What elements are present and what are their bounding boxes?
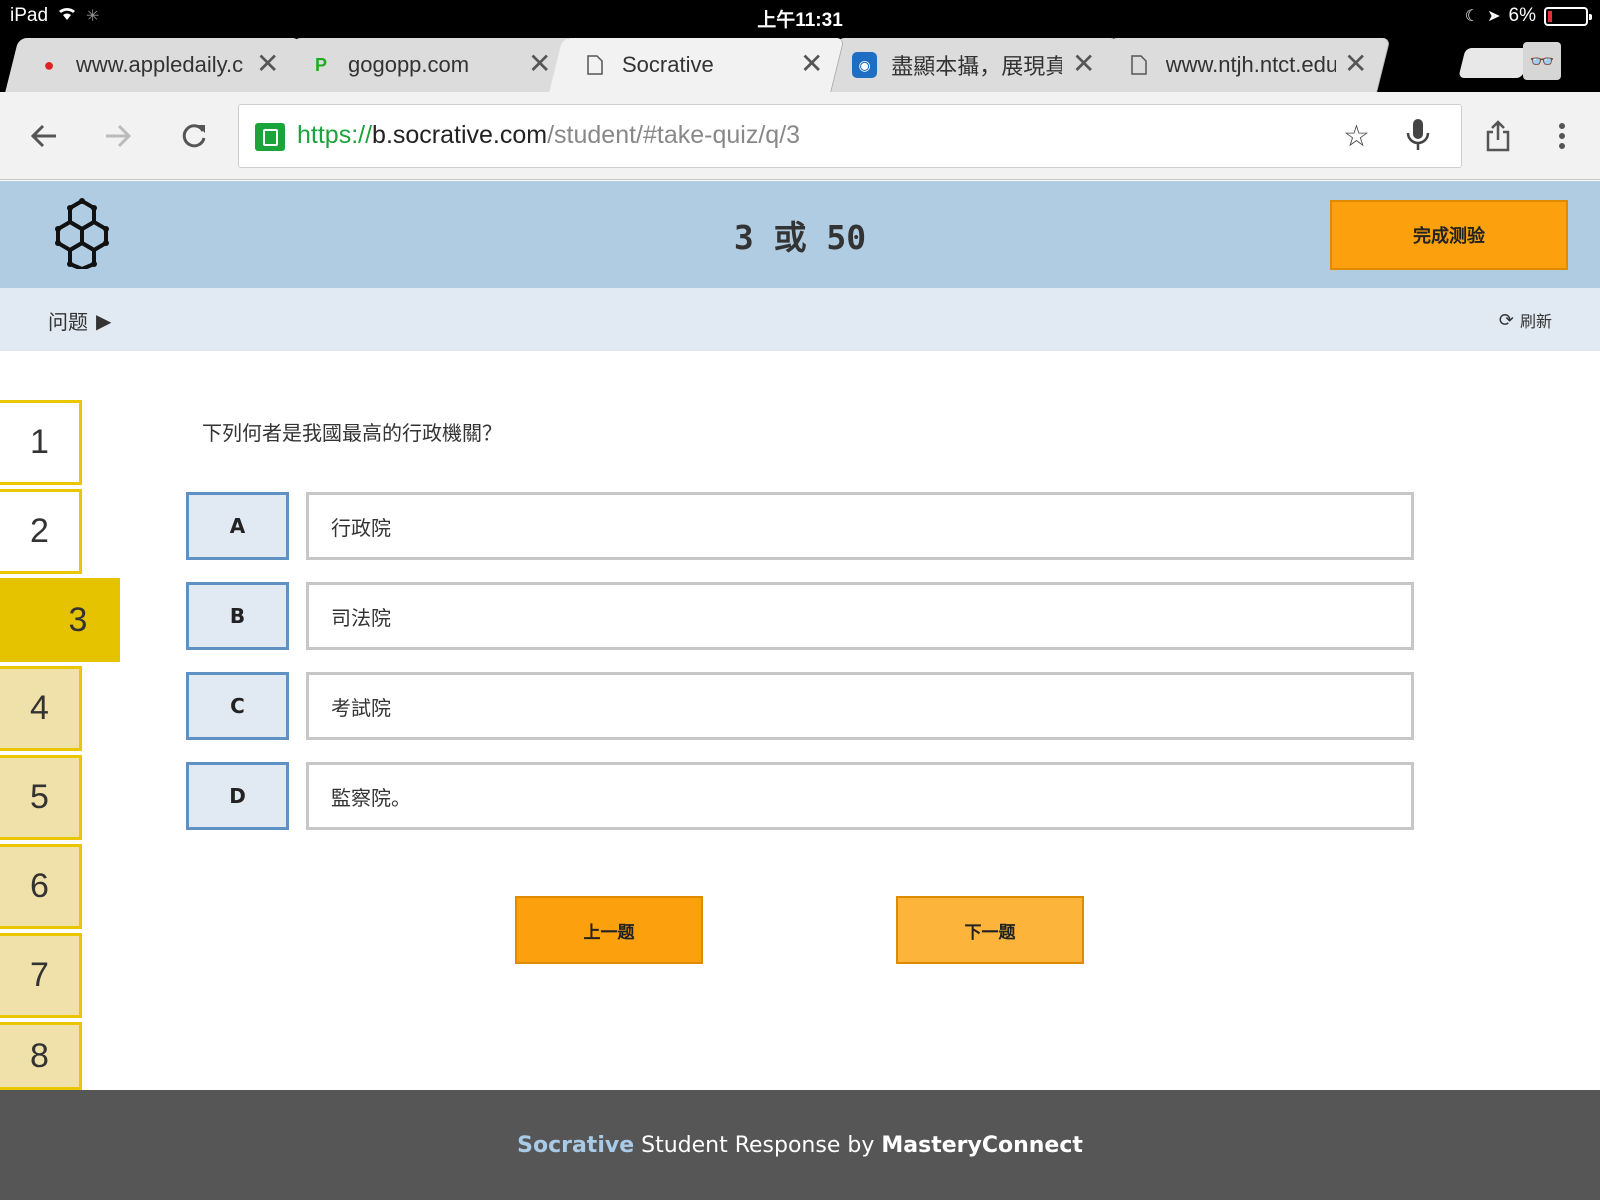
clock: 上午11:31 — [757, 10, 843, 31]
url-scheme: https:// — [297, 121, 373, 149]
tab-title: Socrative — [622, 52, 714, 77]
microphone-icon[interactable] — [1405, 117, 1431, 161]
footer-text: Student Response by — [634, 1132, 882, 1158]
choice-a-letter[interactable]: A — [186, 492, 289, 560]
lock-icon — [255, 123, 285, 151]
questions-toggle-button[interactable]: 问题 ▶ — [48, 306, 111, 335]
tab-gogopp[interactable]: P gogopp.com — [308, 38, 518, 92]
tab-appledaily[interactable]: ● www.appledaily.c — [36, 38, 246, 92]
star-icon[interactable]: ☆ — [1343, 119, 1370, 154]
choice-c-letter[interactable]: C — [186, 672, 289, 740]
refresh-label: 刷新 — [1519, 312, 1552, 331]
question-nav-item[interactable]: 2 — [0, 489, 82, 574]
finish-quiz-button[interactable]: 完成测验 — [1330, 200, 1568, 270]
question-nav-item[interactable]: 8 — [0, 1022, 82, 1090]
forward-button[interactable] — [94, 112, 142, 160]
footer-brand: Socrative — [517, 1132, 635, 1158]
play-triangle-icon: ▶ — [96, 308, 112, 333]
refresh-button[interactable]: ⟳ 刷新 — [1499, 308, 1552, 332]
close-tab-icon[interactable]: ✕ — [800, 47, 823, 80]
choice-b-letter[interactable]: B — [186, 582, 289, 650]
tab-title: 盡顯本攝，展現真 — [891, 54, 1062, 79]
reload-button[interactable] — [170, 112, 218, 160]
footer-company: MasteryConnect — [881, 1132, 1083, 1158]
page-icon — [1126, 52, 1152, 78]
location-arrow-icon: ➤ — [1487, 8, 1501, 25]
close-tab-icon[interactable]: ✕ — [1072, 47, 1095, 80]
question-nav-item-current[interactable]: 3 — [0, 578, 120, 662]
status-bar: iPad ✳ 上午11:31 ☾ ➤ 6% — [0, 0, 1600, 32]
tab-title: gogopp.com — [348, 52, 470, 77]
choice-d-letter[interactable]: D — [186, 762, 289, 830]
p-logo-icon: P — [314, 54, 327, 75]
choice-d-text[interactable]: 監察院。 — [306, 762, 1414, 830]
close-tab-icon[interactable]: ✕ — [256, 47, 279, 80]
question-nav-item[interactable]: 1 — [0, 400, 82, 485]
address-bar[interactable]: https://b.socrative.com/student/#take-qu… — [238, 104, 1462, 168]
question-nav-item[interactable]: 6 — [0, 844, 82, 929]
battery-icon — [1544, 6, 1592, 26]
close-tab-icon[interactable]: ✕ — [528, 47, 551, 80]
tab-title: www.appledaily.c — [76, 52, 244, 77]
quiz-subheader: 问题 ▶ ⟳ 刷新 — [0, 288, 1600, 351]
choice-a-text[interactable]: 行政院 — [306, 492, 1414, 560]
tab-ntjh[interactable]: www.ntjh.ntct.edu — [1126, 38, 1336, 92]
menu-icon[interactable] — [1538, 112, 1586, 160]
page-icon — [582, 52, 608, 78]
choice-b-text[interactable]: 司法院 — [306, 582, 1414, 650]
apple-icon: ● — [43, 54, 55, 75]
new-tab-button[interactable] — [1458, 48, 1530, 78]
share-icon[interactable] — [1474, 112, 1522, 160]
question-nav-item[interactable]: 7 — [0, 933, 82, 1018]
refresh-icon: ⟳ — [1498, 309, 1514, 331]
choice-c-text[interactable]: 考試院 — [306, 672, 1414, 740]
back-button[interactable] — [20, 112, 68, 160]
question-nav-item[interactable]: 5 — [0, 755, 82, 840]
tab-title: www.ntjh.ntct.edu — [1165, 52, 1336, 77]
tab-strip: ● www.appledaily.c ✕ P gogopp.com ✕ Socr… — [0, 32, 1600, 92]
url-path: /student/#take-quiz/q/3 — [547, 121, 801, 149]
question-nav-item[interactable]: 4 — [0, 666, 82, 751]
footer: Socrative Student Response by MasteryCon… — [0, 1090, 1600, 1200]
url-host: b.socrative.com — [372, 121, 548, 149]
quiz-header: 3 或 50 完成测验 — [0, 181, 1600, 288]
battery-percent: 6% — [1508, 5, 1536, 26]
close-tab-icon[interactable]: ✕ — [1344, 47, 1367, 80]
moon-icon: ☾ — [1464, 8, 1480, 25]
tab-socrative[interactable]: Socrative — [582, 38, 792, 92]
previous-question-button[interactable]: 上一题 — [515, 896, 703, 964]
tab-camera[interactable]: ◉ 盡顯本攝，展現真 — [852, 38, 1062, 92]
question-text: 下列何者是我國最高的行政機關？ — [202, 421, 502, 445]
url-text: https://b.socrative.com/student/#take-qu… — [297, 121, 800, 150]
next-question-button[interactable]: 下一题 — [896, 896, 1084, 964]
questions-label: 问题 — [48, 310, 88, 334]
browser-toolbar: https://b.socrative.com/student/#take-qu… — [0, 92, 1600, 180]
incognito-icon[interactable]: 👓 — [1523, 42, 1561, 80]
camera-app-icon: ◉ — [852, 52, 878, 78]
